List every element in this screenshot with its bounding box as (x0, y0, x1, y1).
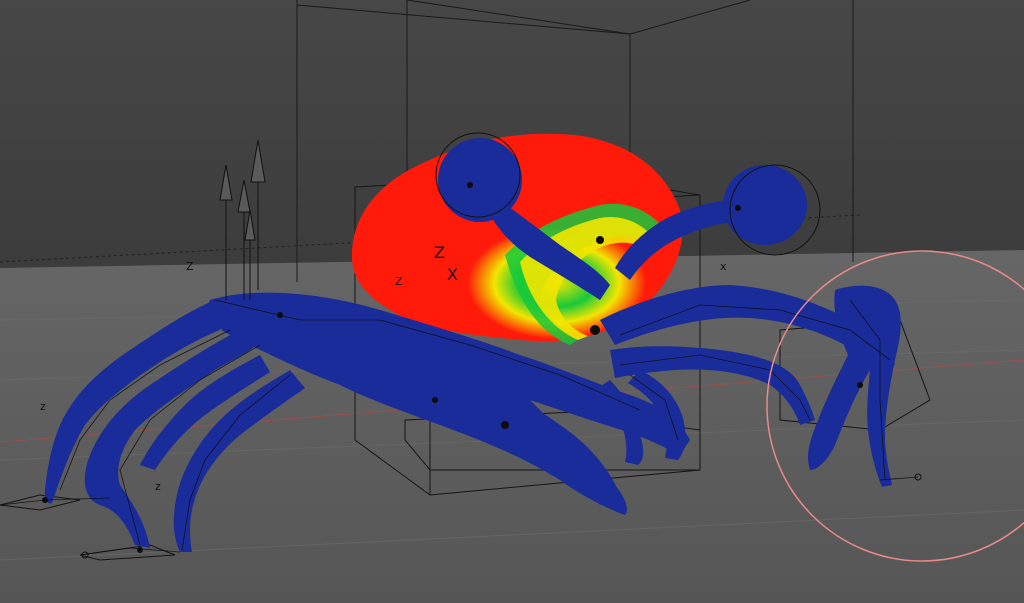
axis-label-z-lower: z (155, 480, 161, 493)
axis-label-z-right: Z (395, 275, 403, 288)
axis-label-z: Z (186, 260, 194, 273)
axis-label-z-big: Z (434, 243, 445, 262)
axis-label-x: X (447, 265, 458, 284)
3d-viewport[interactable]: Z Z X z z Z x (0, 0, 1024, 603)
axis-label-x-right: x (720, 260, 727, 273)
axis-label-z-small: z (40, 400, 46, 413)
scene-canvas[interactable]: Z Z X z z Z x (0, 0, 1024, 603)
